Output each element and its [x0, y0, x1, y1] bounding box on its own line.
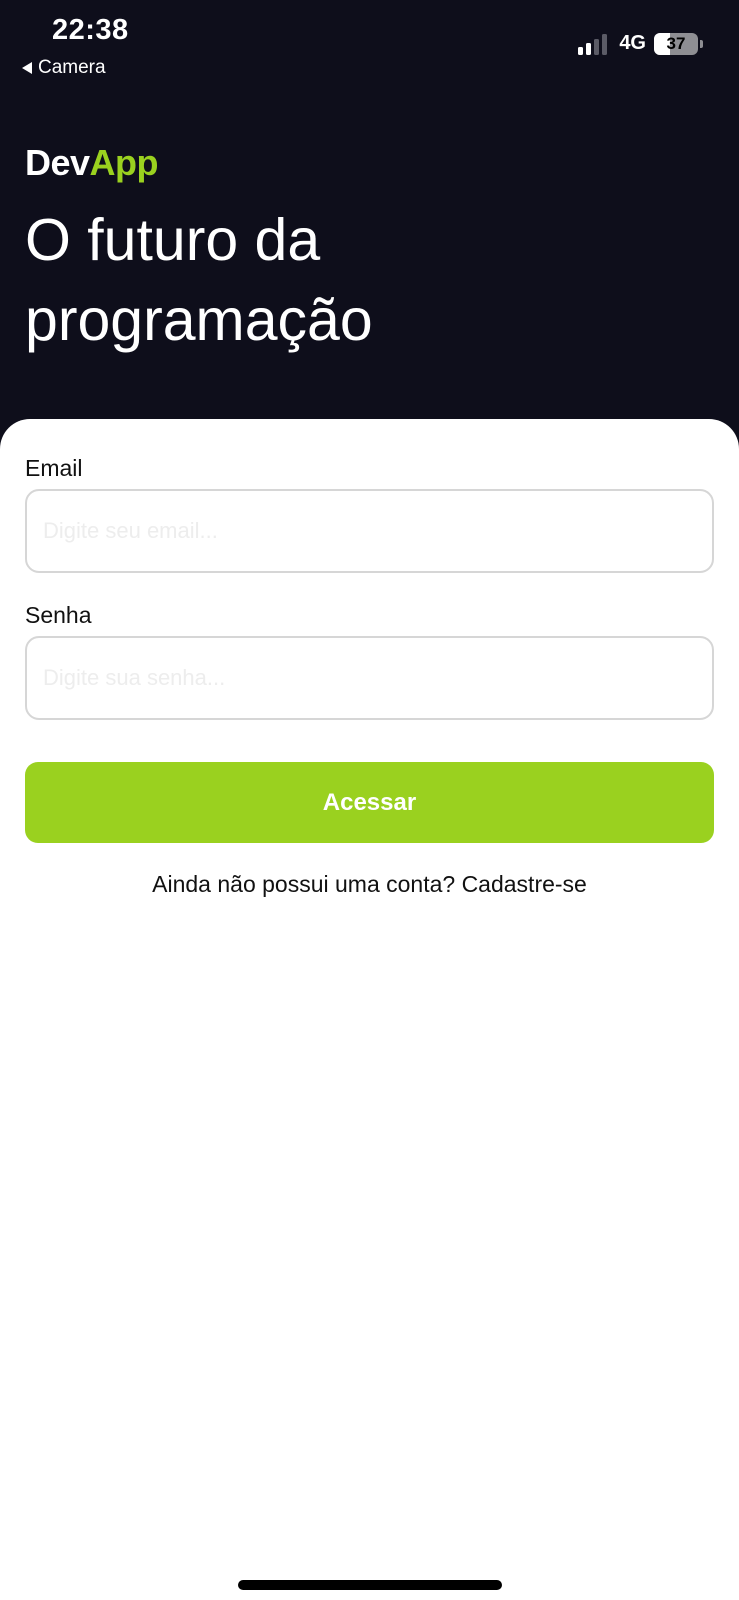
password-field[interactable]: [25, 636, 714, 720]
status-time: 22:38: [52, 14, 129, 46]
battery-icon: 37: [654, 32, 698, 55]
password-label: Senha: [25, 602, 92, 628]
back-label: Camera: [38, 57, 106, 78]
signal-icon: [578, 33, 608, 55]
brand-logo: DevApp: [25, 142, 159, 184]
battery-tip: [700, 39, 703, 48]
login-sheet: Email Senha Acessar Ainda não possui uma…: [0, 419, 739, 1600]
header: 22:38 Camera 4G 37 DevApp O futuro da pr…: [0, 0, 739, 460]
home-indicator[interactable]: [238, 1580, 502, 1590]
brand-part-dev: Dev: [25, 142, 90, 183]
headline-line-1: O futuro da: [25, 207, 321, 273]
status-indicators: 4G 37: [578, 32, 703, 55]
back-arrow-icon: [22, 62, 32, 74]
headline-line-2: programação: [25, 287, 373, 353]
network-type: 4G: [619, 32, 646, 54]
signup-link[interactable]: Ainda não possui uma conta? Cadastre-se: [0, 871, 739, 898]
email-field[interactable]: [25, 489, 714, 573]
battery-percent: 37: [666, 33, 686, 53]
back-to-camera-link[interactable]: Camera: [22, 57, 106, 79]
email-label: Email: [25, 455, 83, 481]
login-button[interactable]: Acessar: [25, 762, 714, 843]
page-headline: O futuro da programação: [25, 200, 705, 360]
brand-part-app: App: [89, 142, 159, 183]
